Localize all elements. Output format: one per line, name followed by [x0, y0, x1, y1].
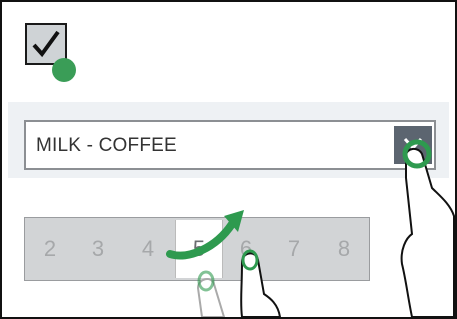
chevron-down-icon	[403, 138, 423, 151]
picker-item[interactable]: 3	[79, 226, 117, 272]
product-dropdown[interactable]: MILK - COFFEE	[24, 120, 436, 170]
picker-item[interactable]: 4	[129, 226, 167, 272]
picker-item[interactable]: 8	[325, 226, 363, 272]
touch-indicator	[52, 58, 76, 82]
picker-item[interactable]: 2	[31, 226, 69, 272]
device-screen: MILK - COFFEE 2 3 4 5 6 7 8	[0, 0, 457, 319]
picker-item[interactable]: 7	[275, 226, 313, 272]
dropdown-value: MILK - COFFEE	[36, 135, 177, 156]
picker-item-selected[interactable]: 5	[175, 220, 223, 278]
number-picker[interactable]: 2 3 4 5 6 7 8	[24, 217, 370, 281]
picker-item[interactable]: 6	[227, 226, 265, 272]
dropdown-toggle-button[interactable]	[394, 126, 432, 164]
checkmark-icon	[32, 30, 60, 58]
